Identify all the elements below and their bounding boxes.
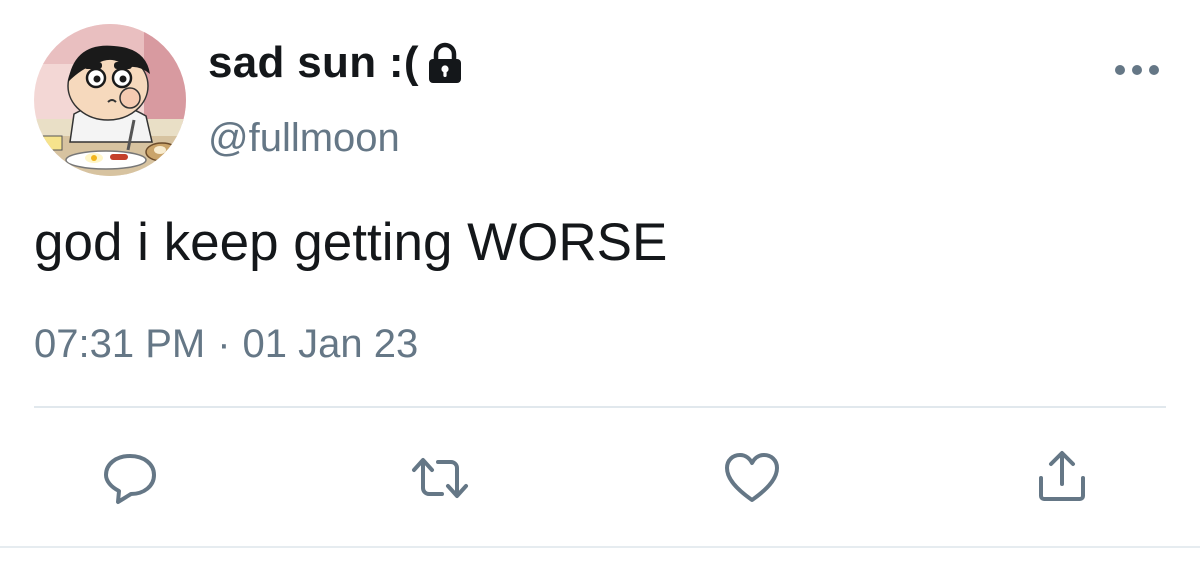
divider [34, 406, 1166, 408]
like-button[interactable] [722, 448, 782, 508]
share-button[interactable] [1032, 448, 1092, 508]
timestamp-separator: · [217, 322, 231, 366]
retweet-arrows-icon [412, 458, 468, 498]
display-name[interactable]: sad sun :( [208, 38, 465, 88]
tweet-timestamp[interactable]: 07:31 PM · 01 Jan 23 [34, 322, 418, 367]
tweet-card: sad sun :( @fullmoon god i keep getting … [0, 0, 1200, 565]
heart-icon [725, 453, 779, 502]
more-options-icon[interactable] [1110, 58, 1164, 82]
tweet-text: god i keep getting WORSE [34, 213, 668, 272]
avatar[interactable] [34, 24, 186, 176]
display-name-text: sad sun :( [208, 38, 419, 87]
user-handle[interactable]: @fullmoon [208, 116, 400, 161]
tweet-date: 01 Jan 23 [242, 322, 419, 366]
cartoon-boy-eating-avatar-icon [34, 24, 186, 176]
speech-bubble-icon [104, 454, 156, 504]
retweet-button[interactable] [410, 448, 470, 508]
bottom-divider [0, 546, 1200, 548]
lock-icon [425, 41, 465, 85]
reply-button[interactable] [100, 448, 160, 508]
tweet-time: 07:31 PM [34, 322, 206, 366]
share-upload-icon [1039, 451, 1085, 501]
